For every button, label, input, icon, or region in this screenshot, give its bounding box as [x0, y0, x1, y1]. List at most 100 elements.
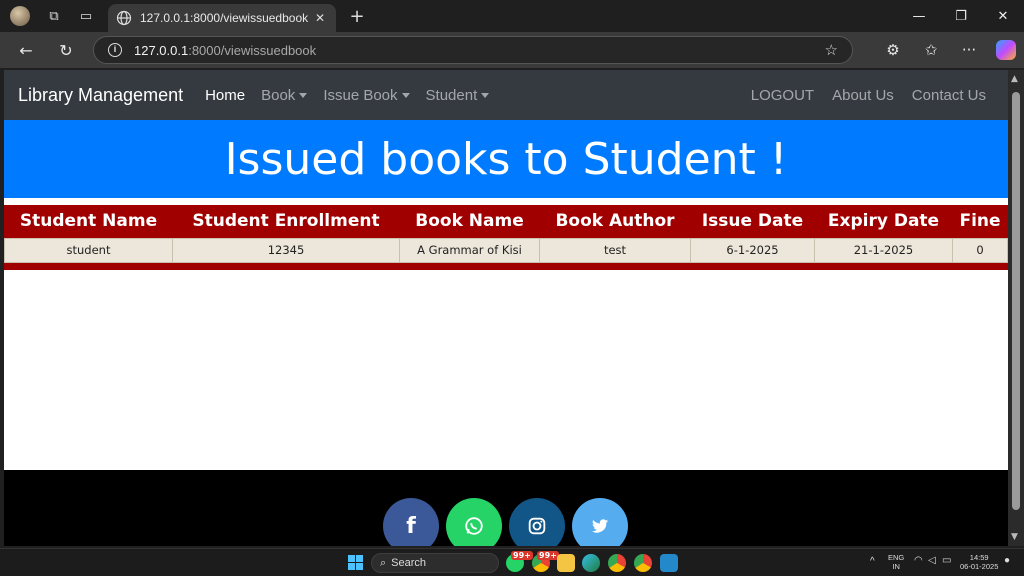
nav-issue-book-dropdown[interactable]: Issue Book — [323, 86, 410, 104]
page-viewport: Library Management Home Book Issue Book … — [4, 70, 1008, 546]
col-expiry-date: Expiry Date — [827, 211, 940, 232]
search-icon: ⌕ — [380, 556, 387, 569]
whatsapp-app-icon[interactable]: 99+ — [506, 551, 533, 572]
url-host: 127.0.0.1 — [134, 42, 189, 58]
nav-about-us[interactable]: About Us — [832, 87, 894, 104]
nav-book-label: Book — [261, 86, 296, 104]
vscode-app-icon[interactable] — [660, 554, 678, 572]
caret-down-icon — [401, 92, 410, 98]
nav-issue-book-label: Issue Book — [323, 86, 398, 104]
twitter-icon[interactable] — [572, 498, 628, 546]
page-title: Issued books to Student ! — [4, 120, 1008, 198]
lang-region: IN — [892, 562, 900, 571]
issued-books-table: Student Name Student Enrollment Book Nam… — [4, 205, 1008, 263]
nav-student-label: Student — [425, 86, 478, 104]
notification-badge: 99+ — [511, 551, 533, 560]
minimize-icon[interactable]: — — [898, 0, 940, 32]
browser-tab[interactable]: 127.0.0.1:8000/viewissuedbook ✕ — [108, 4, 336, 32]
url-path: :8000/viewissuedbook — [188, 42, 317, 58]
window-controls: — ❐ ✕ — [898, 0, 1024, 32]
nav-contact-us[interactable]: Contact Us — [912, 87, 986, 104]
chrome-app-icon[interactable]: 99+ — [532, 551, 559, 572]
profile-avatar[interactable] — [10, 6, 30, 26]
notifications-icon[interactable]: ● — [1004, 556, 1010, 566]
col-book-author: Book Author — [555, 211, 675, 232]
scrollbar-thumb[interactable] — [1012, 92, 1020, 510]
scroll-down-icon[interactable]: ▼ — [1011, 532, 1018, 542]
more-menu-icon[interactable]: ··· — [950, 41, 988, 59]
chrome-profile-app-icon[interactable] — [608, 554, 626, 572]
edge-app-icon[interactable] — [582, 554, 600, 572]
tab-title: 127.0.0.1:8000/viewissuedbook — [140, 11, 309, 25]
caret-down-icon — [481, 92, 490, 98]
wifi-icon[interactable]: ◠ — [914, 556, 923, 566]
cell-student-enrollment: 12345 — [172, 237, 400, 263]
twitter-glyph — [591, 519, 609, 533]
nav-right-group: LOGOUT About Us Contact Us — [733, 87, 994, 104]
browser-toolbar: ← ↻ i 127.0.0.1:8000/viewissuedbook ☆ ⚙ … — [0, 32, 1024, 68]
back-icon[interactable]: ← — [6, 32, 46, 68]
globe-icon — [116, 10, 132, 26]
extensions-icon[interactable]: ⚙ — [874, 41, 912, 59]
instagram-icon[interactable] — [509, 498, 565, 546]
new-tab-icon[interactable]: + — [342, 1, 372, 31]
clock-time: 14:59 — [969, 553, 989, 562]
taskbar-search[interactable]: ⌕ Search — [371, 553, 499, 573]
nav-home-label: Home — [205, 86, 246, 104]
favorite-star-icon[interactable]: ☆ — [825, 41, 838, 59]
cell-expiry-date: 21-1-2025 — [814, 237, 953, 263]
start-icon[interactable] — [348, 555, 363, 570]
close-window-icon[interactable]: ✕ — [982, 0, 1024, 32]
facebook-icon[interactable]: f — [383, 498, 439, 546]
nav-home[interactable]: Home — [205, 87, 245, 104]
file-explorer-icon[interactable] — [557, 554, 575, 572]
cell-fine: 0 — [952, 237, 1008, 263]
cell-issue-date: 6-1-2025 — [690, 237, 815, 263]
whatsapp-glyph — [465, 517, 483, 535]
nav-logout[interactable]: LOGOUT — [751, 87, 814, 104]
col-book-name: Book Name — [415, 211, 524, 232]
col-issue-date: Issue Date — [701, 211, 804, 232]
taskbar-search-label: Search — [391, 557, 427, 569]
site-footer: f — [4, 470, 1008, 546]
cell-book-author: test — [539, 237, 691, 263]
windows-taskbar: ⌕ Search 99+ 99+ ^ ENG IN ◠ ◁ ▭ 14:59 06-… — [0, 548, 1024, 576]
language-indicator[interactable]: ENG IN — [888, 553, 904, 571]
tab-actions-icon[interactable]: ▭ — [70, 0, 102, 32]
restore-icon[interactable]: ❐ — [940, 0, 982, 32]
page-scrollbar[interactable]: ▲ ▼ — [1008, 70, 1024, 546]
col-fine: Fine — [959, 211, 1001, 232]
caret-down-icon — [299, 92, 308, 98]
refresh-icon[interactable]: ↻ — [46, 32, 86, 68]
cell-book-name: A Grammar of Kisi — [399, 237, 540, 263]
site-info-icon[interactable]: i — [108, 43, 122, 57]
screen: ⧉ ▭ 127.0.0.1:8000/viewissuedbook ✕ + — … — [0, 0, 1024, 576]
browser-tab-strip: ⧉ ▭ 127.0.0.1:8000/viewissuedbook ✕ + — … — [0, 0, 1024, 32]
site-brand[interactable]: Library Management — [18, 85, 183, 106]
whatsapp-icon[interactable] — [446, 498, 502, 546]
browser-extensions: ⚙ ✩ ··· — [874, 32, 1016, 68]
scroll-up-icon[interactable]: ▲ — [1011, 74, 1018, 84]
nav-book-dropdown[interactable]: Book — [261, 86, 308, 104]
table-header-row: Student Name Student Enrollment Book Nam… — [5, 205, 1008, 238]
chrome-profile-2-app-icon[interactable] — [634, 554, 652, 572]
nav-student-dropdown[interactable]: Student — [426, 87, 490, 104]
notification-badge: 99+ — [537, 551, 559, 560]
copilot-icon[interactable] — [996, 40, 1016, 60]
site-navbar: Library Management Home Book Issue Book … — [4, 70, 1008, 120]
lang-code: ENG — [888, 553, 905, 562]
volume-icon[interactable]: ◁ — [928, 556, 936, 566]
close-tab-icon[interactable]: ✕ — [312, 11, 328, 25]
issued-books-table-wrap: Student Name Student Enrollment Book Nam… — [4, 205, 1008, 270]
tray-overflow-icon[interactable]: ^ — [870, 557, 875, 567]
clock[interactable]: 14:59 06-01-2025 — [960, 553, 998, 571]
col-student-name: Student Name — [19, 211, 158, 232]
col-student-enrollment: Student Enrollment — [192, 211, 380, 232]
table-row: student 12345 A Grammar of Kisi test 6-1… — [4, 237, 1008, 263]
address-bar[interactable]: i 127.0.0.1:8000/viewissuedbook ☆ — [93, 36, 853, 64]
instagram-glyph — [528, 517, 546, 535]
favorites-icon[interactable]: ✩ — [912, 41, 950, 59]
workspaces-icon[interactable]: ⧉ — [38, 0, 70, 32]
clock-date: 06-01-2025 — [960, 562, 999, 571]
battery-icon[interactable]: ▭ — [942, 556, 951, 566]
